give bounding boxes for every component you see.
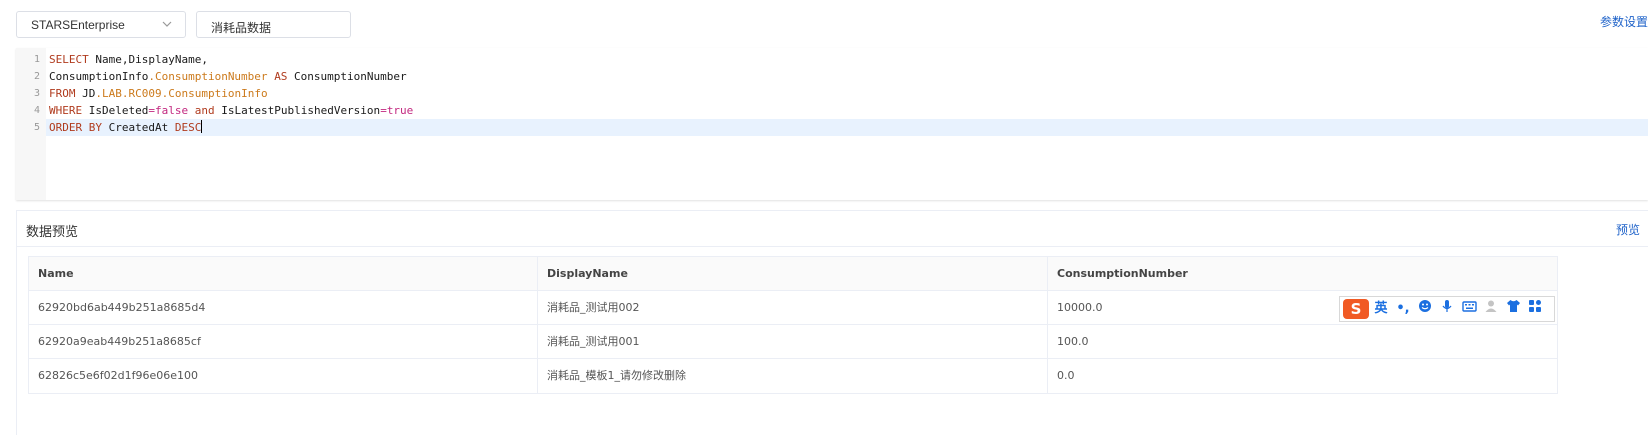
skin-icon[interactable] <box>1503 299 1523 319</box>
table-header-row: Name DisplayName ConsumptionNumber <box>29 257 1557 291</box>
code-line[interactable]: SELECT Name,DisplayName, <box>46 51 1648 68</box>
top-toolbar: STARSEnterprise 参数设置 <box>0 0 1648 48</box>
code-line[interactable]: FROM JD.LAB.RC009.ConsumptionInfo <box>46 85 1648 102</box>
line-number: 1 <box>33 54 40 65</box>
line-number: 4 <box>33 105 40 116</box>
table-cell: 0.0 <box>1057 369 1075 382</box>
punctuation-toggle[interactable]: •, <box>1393 299 1413 319</box>
preview-button[interactable]: 预览 <box>1616 221 1640 238</box>
datasource-select[interactable]: STARSEnterprise <box>16 11 186 38</box>
line-number: 2 <box>33 71 40 82</box>
chevron-down-icon <box>162 21 172 27</box>
param-settings-link[interactable]: 参数设置 <box>1600 13 1648 30</box>
user-icon[interactable] <box>1481 299 1501 319</box>
sql-editor[interactable]: 1 2 3 4 5 SELECT Name,DisplayName, Consu… <box>16 48 1648 200</box>
emoji-icon[interactable] <box>1415 299 1435 319</box>
dataset-name-input[interactable] <box>196 11 351 38</box>
table-cell: 100.0 <box>1057 335 1089 348</box>
divider <box>17 246 1648 247</box>
code-line[interactable]: ORDER BY CreatedAt DESC <box>46 119 1648 136</box>
column-header-consumptionnumber[interactable]: ConsumptionNumber <box>1048 257 1559 291</box>
table-cell: 消耗品_模板1_请勿修改删除 <box>538 359 1048 393</box>
preview-title: 数据预览 <box>26 225 79 240</box>
line-number-gutter: 1 2 3 4 5 <box>16 48 46 200</box>
table-cell: 62826c5e6f02d1f96e06e100 <box>29 359 538 393</box>
keyboard-icon[interactable] <box>1459 299 1479 319</box>
sogou-logo-icon[interactable]: S <box>1343 299 1369 319</box>
grid-icon[interactable] <box>1525 299 1545 319</box>
code-line[interactable]: WHERE IsDeleted=false and IsLatestPublis… <box>46 102 1648 119</box>
table-cell: 62920a9eab449b251a8685cf <box>29 325 538 359</box>
text-cursor <box>201 120 203 133</box>
code-line[interactable]: ConsumptionInfo.ConsumptionNumber AS Con… <box>46 68 1648 85</box>
preview-table: Name DisplayName ConsumptionNumber 62920… <box>28 256 1558 394</box>
line-number: 5 <box>33 122 40 133</box>
table-cell: 消耗品_测试用002 <box>538 291 1048 325</box>
ime-toolbar[interactable]: S 英 •, <box>1339 296 1555 322</box>
datasource-select-value: STARSEnterprise <box>31 18 125 32</box>
code-area[interactable]: SELECT Name,DisplayName, ConsumptionInfo… <box>46 48 1648 200</box>
table-row: 62920a9eab449b251a8685cf 消耗品_测试用001 100.… <box>29 325 1557 359</box>
mic-icon[interactable] <box>1437 299 1457 319</box>
column-header-displayname[interactable]: DisplayName <box>538 257 1048 291</box>
language-toggle[interactable]: 英 <box>1371 299 1391 319</box>
line-number: 3 <box>33 88 40 99</box>
table-cell: 62920bd6ab449b251a8685d4 <box>29 291 538 325</box>
table-row: 62826c5e6f02d1f96e06e100 消耗品_模板1_请勿修改删除 … <box>29 359 1557 393</box>
table-row: 62920bd6ab449b251a8685d4 消耗品_测试用002 1000… <box>29 291 1557 325</box>
data-preview-panel: 数据预览 预览 Name DisplayName ConsumptionNumb… <box>16 210 1648 435</box>
table-cell: 消耗品_测试用001 <box>538 325 1048 359</box>
column-header-name[interactable]: Name <box>29 257 538 291</box>
